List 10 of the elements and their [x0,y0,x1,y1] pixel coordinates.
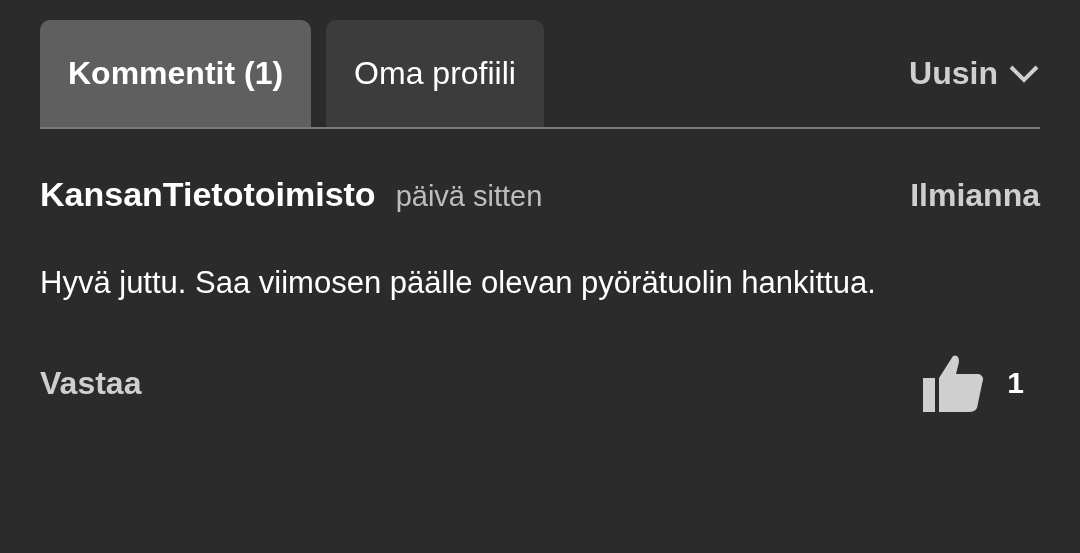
comment-author: KansanTietotoimisto [40,175,376,214]
comment-time: päivä sitten [395,180,543,213]
sort-dropdown[interactable]: Uusin [909,55,1040,92]
comment-text: Hyvä juttu. Saa viimosen päälle olevan pyörätuolin hankittua. [40,264,877,302]
report-link[interactable]: Ilmianna [910,177,1040,214]
tab[interactable]: Kommentit (1) [40,20,312,127]
chevron-down-icon [1008,63,1040,84]
tab[interactable]: Oma profiili [326,20,544,127]
like-count: 1 [1007,366,1024,400]
reply-link[interactable]: Vastaa [40,364,142,402]
